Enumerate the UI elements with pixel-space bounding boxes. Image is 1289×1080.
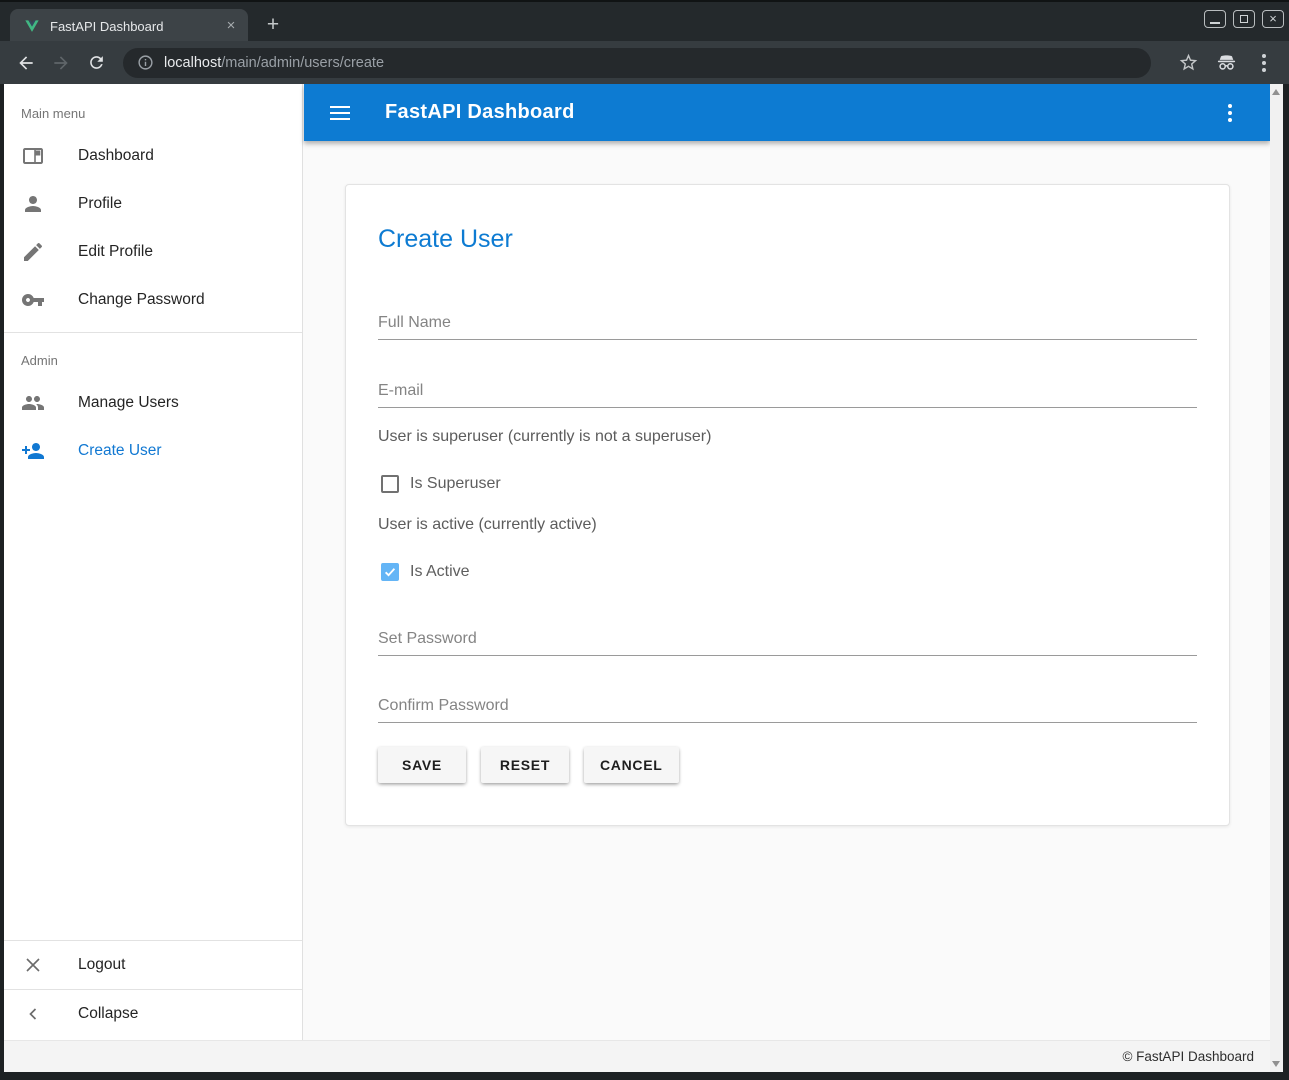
sidebar-item-dashboard[interactable]: Dashboard — [4, 132, 302, 180]
forward-arrow-icon — [51, 53, 71, 73]
key-icon — [21, 288, 45, 312]
sidebar-item-create-user[interactable]: Create User — [4, 427, 302, 475]
check-icon — [383, 565, 397, 579]
page-content: Main menu Dashboard Profile Edit Profile — [4, 84, 1283, 1072]
scrollbar-down-arrow-icon[interactable] — [1272, 1061, 1280, 1067]
browser-titlebar: FastAPI Dashboard × + × — [0, 0, 1289, 41]
sidebar: Main menu Dashboard Profile Edit Profile — [4, 84, 303, 1040]
sidebar-item-change-password[interactable]: Change Password — [4, 276, 302, 324]
copyright-text: © FastAPI Dashboard — [1122, 1049, 1254, 1064]
forward-button[interactable] — [47, 49, 75, 77]
sidebar-item-manage-users[interactable]: Manage Users — [4, 379, 302, 427]
minimize-button[interactable] — [1204, 10, 1226, 28]
main-area: FastAPI Dashboard Create User User is su… — [304, 84, 1270, 1040]
form-buttons: SAVE RESET CANCEL — [378, 747, 1197, 783]
close-icon: × — [1263, 10, 1283, 28]
create-user-card: Create User User is superuser (currently… — [345, 184, 1230, 826]
sidebar-item-label: Change Password — [78, 291, 205, 309]
sidebar-item-label: Profile — [78, 195, 122, 213]
confirm-password-input[interactable] — [378, 690, 1197, 723]
sidebar-item-label: Logout — [78, 956, 125, 974]
page-title: Create User — [378, 225, 1197, 253]
site-info-icon[interactable] — [137, 54, 154, 71]
browser-toolbar: localhost/main/admin/users/create — [0, 41, 1289, 84]
active-checkbox[interactable] — [381, 563, 399, 581]
dashboard-icon — [21, 144, 45, 168]
tab-close-icon[interactable]: × — [222, 17, 240, 35]
back-button[interactable] — [12, 49, 40, 77]
sidebar-divider — [4, 332, 302, 333]
cancel-button[interactable]: CANCEL — [584, 747, 679, 783]
app-bar-menu-button[interactable] — [1228, 104, 1232, 122]
save-button[interactable]: SAVE — [378, 747, 466, 783]
browser-menu-button[interactable] — [1251, 50, 1277, 76]
sidebar-header-main-menu: Main menu — [4, 94, 302, 132]
back-arrow-icon — [16, 53, 36, 73]
scrollbar[interactable] — [1270, 84, 1283, 1072]
hamburger-menu-button[interactable] — [328, 101, 352, 125]
email-input[interactable] — [378, 375, 1197, 408]
page-footer: © FastAPI Dashboard — [4, 1040, 1270, 1072]
new-tab-button[interactable]: + — [260, 13, 286, 39]
superuser-checkbox[interactable] — [381, 475, 399, 493]
reload-icon — [87, 53, 106, 72]
sidebar-header-admin: Admin — [4, 341, 302, 379]
sidebar-item-logout[interactable]: Logout — [4, 941, 302, 989]
person-icon — [21, 192, 45, 216]
person-add-icon — [21, 439, 45, 463]
kebab-menu-icon — [1262, 54, 1266, 72]
scrollbar-up-arrow-icon[interactable] — [1272, 89, 1280, 95]
sidebar-bottom: Logout Collapse — [4, 940, 302, 1038]
vue-logo-icon — [24, 18, 40, 34]
sidebar-item-label: Manage Users — [78, 394, 179, 412]
app-bar-title: FastAPI Dashboard — [385, 101, 575, 124]
active-checkbox-row[interactable]: Is Active — [378, 560, 1197, 584]
url-bar[interactable]: localhost/main/admin/users/create — [123, 48, 1151, 78]
pencil-icon — [21, 240, 45, 264]
incognito-badge — [1213, 50, 1239, 76]
kebab-menu-icon — [1228, 104, 1232, 122]
app-bar: FastAPI Dashboard — [304, 84, 1270, 141]
bookmark-star-button[interactable] — [1175, 50, 1201, 76]
people-icon — [21, 391, 45, 415]
chevron-left-icon — [21, 1002, 45, 1026]
superuser-checkbox-label: Is Superuser — [410, 475, 501, 493]
minimize-icon — [1210, 22, 1220, 24]
logout-x-icon — [21, 953, 45, 977]
reload-button[interactable] — [82, 49, 110, 77]
set-password-input[interactable] — [378, 623, 1197, 656]
active-hint: User is active (currently active) — [378, 516, 1197, 534]
browser-tab[interactable]: FastAPI Dashboard × — [10, 9, 248, 43]
maximize-icon — [1240, 15, 1248, 23]
sidebar-item-edit-profile[interactable]: Edit Profile — [4, 228, 302, 276]
superuser-checkbox-row[interactable]: Is Superuser — [378, 472, 1197, 496]
sidebar-item-label: Create User — [78, 442, 162, 460]
sidebar-item-profile[interactable]: Profile — [4, 180, 302, 228]
full-name-input[interactable] — [378, 307, 1197, 340]
url-path: /main/admin/users/create — [221, 55, 384, 71]
incognito-icon — [1215, 51, 1238, 74]
sidebar-item-label: Collapse — [78, 1005, 138, 1023]
browser-window: FastAPI Dashboard × + × localhost/main/a… — [0, 0, 1289, 1080]
tab-title: FastAPI Dashboard — [50, 19, 222, 34]
star-icon — [1178, 52, 1199, 73]
close-button[interactable]: × — [1262, 10, 1284, 28]
superuser-hint: User is superuser (currently is not a su… — [378, 428, 1197, 446]
url-host: localhost — [164, 55, 221, 71]
sidebar-item-label: Edit Profile — [78, 243, 153, 261]
maximize-button[interactable] — [1233, 10, 1255, 28]
sidebar-item-collapse[interactable]: Collapse — [4, 990, 302, 1038]
reset-button[interactable]: RESET — [481, 747, 569, 783]
sidebar-item-label: Dashboard — [78, 147, 154, 165]
url-text: localhost/main/admin/users/create — [164, 55, 384, 71]
window-controls: × — [1204, 10, 1284, 28]
active-checkbox-label: Is Active — [410, 563, 470, 581]
